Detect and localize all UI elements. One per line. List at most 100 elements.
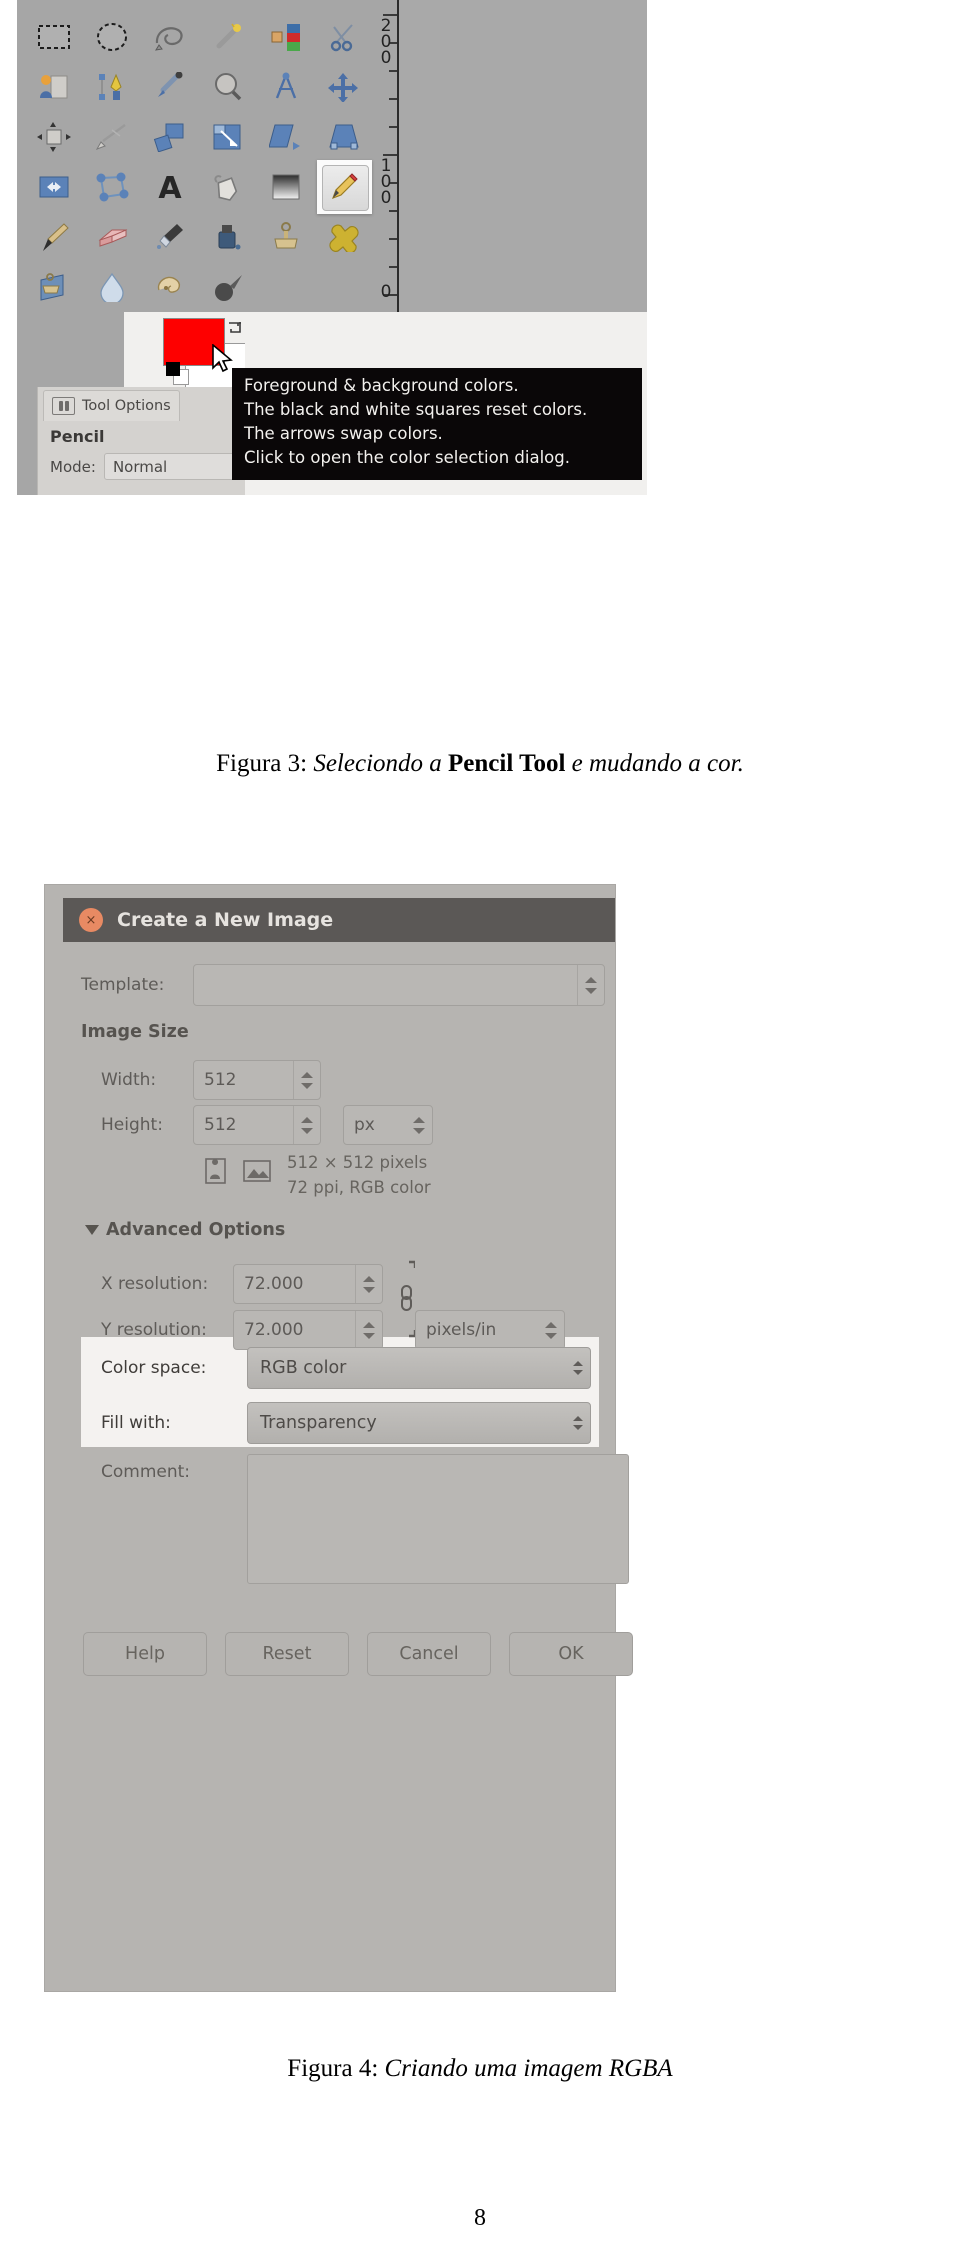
blur-sharpen-tool-icon[interactable] bbox=[83, 262, 141, 312]
crop-tool-icon[interactable] bbox=[83, 112, 141, 162]
y-resolution-spinner-icon[interactable] bbox=[355, 1311, 382, 1349]
close-icon[interactable]: × bbox=[79, 908, 103, 932]
tool-options-tab-label: Tool Options bbox=[82, 398, 171, 414]
x-resolution-spinner-icon[interactable] bbox=[355, 1265, 382, 1303]
ruler-label-100: 100 bbox=[376, 156, 396, 204]
figure-4-caption-italic: Criando uma imagem RGBA bbox=[384, 2055, 673, 2082]
width-label: Width: bbox=[101, 1070, 157, 1090]
fill-with-spinner-icon[interactable] bbox=[573, 1416, 583, 1430]
empty-tool-cell bbox=[315, 262, 373, 312]
mode-value: Normal bbox=[112, 457, 168, 476]
template-select[interactable] bbox=[193, 964, 605, 1006]
color-space-select[interactable]: RGB color bbox=[247, 1347, 591, 1389]
reset-colors-black-square[interactable] bbox=[166, 362, 180, 376]
template-spinner-icon[interactable] bbox=[577, 965, 604, 1005]
reset-button-label: Reset bbox=[262, 1644, 312, 1664]
page-number: 8 bbox=[474, 2205, 486, 2231]
cage-transform-tool-icon[interactable] bbox=[83, 162, 141, 212]
scissors-select-tool-icon[interactable] bbox=[315, 12, 373, 62]
height-spinner-icon[interactable] bbox=[293, 1106, 320, 1144]
ok-button-label: OK bbox=[558, 1644, 584, 1664]
orientation-icons-row bbox=[205, 1158, 271, 1188]
tooltip-line-3: The arrows swap colors. bbox=[244, 424, 443, 443]
select-by-color-tool-icon[interactable] bbox=[257, 12, 315, 62]
x-resolution-row: X resolution: 72.000 bbox=[101, 1264, 383, 1304]
figure-3-caption-italic-2: e mudando a cor. bbox=[571, 750, 744, 777]
fuzzy-select-tool-icon[interactable] bbox=[199, 12, 257, 62]
gimp-toolbox-grid[interactable]: A bbox=[25, 12, 397, 312]
color-swatch-tooltip: Foreground & background colors. The blac… bbox=[232, 368, 642, 480]
cancel-button[interactable]: Cancel bbox=[367, 1632, 491, 1676]
ink-tool-icon[interactable] bbox=[199, 212, 257, 262]
figure-3-caption: Figura 3: Seleciondo a Pencil Tool e mud… bbox=[0, 750, 960, 778]
perspective-tool-icon[interactable] bbox=[315, 112, 373, 162]
measure-tool-icon[interactable] bbox=[257, 62, 315, 112]
shear-tool-icon[interactable] bbox=[257, 112, 315, 162]
reset-button[interactable]: Reset bbox=[225, 1632, 349, 1676]
image-info-line-1: 512 × 512 pixels bbox=[287, 1153, 428, 1172]
x-resolution-input[interactable]: 72.000 bbox=[233, 1264, 383, 1304]
paintbrush-tool-icon[interactable] bbox=[25, 212, 83, 262]
dialog-titlebar: × Create a New Image bbox=[63, 898, 615, 942]
foreground-select-tool-icon[interactable] bbox=[25, 62, 83, 112]
rectangle-select-tool-icon[interactable] bbox=[25, 12, 83, 62]
x-resolution-label: X resolution: bbox=[101, 1274, 209, 1294]
move-tool-icon[interactable] bbox=[315, 62, 373, 112]
tooltip-line-1: Foreground & background colors. bbox=[244, 376, 519, 395]
landscape-orientation-icon[interactable] bbox=[243, 1159, 271, 1187]
dialog-title: Create a New Image bbox=[117, 909, 334, 931]
clone-tool-icon[interactable] bbox=[257, 212, 315, 262]
ok-button[interactable]: OK bbox=[509, 1632, 633, 1676]
comment-row: Comment: bbox=[101, 1462, 190, 1482]
height-value: 512 bbox=[204, 1115, 237, 1135]
advanced-options-header[interactable]: Advanced Options bbox=[85, 1220, 285, 1240]
comment-textarea[interactable] bbox=[247, 1454, 629, 1584]
heal-tool-icon[interactable] bbox=[315, 212, 373, 262]
perspective-clone-tool-icon[interactable] bbox=[25, 262, 83, 312]
eraser-tool-icon[interactable] bbox=[83, 212, 141, 262]
figure-3-gimp-toolbox-screenshot: A 200 100 0 Tool Options Pencil Mode: No… bbox=[17, 0, 647, 495]
x-resolution-value: 72.000 bbox=[244, 1274, 304, 1294]
tooltip-line-2: The black and white squares reset colors… bbox=[244, 400, 588, 419]
svg-text:A: A bbox=[158, 172, 182, 202]
fill-with-select[interactable]: Transparency bbox=[247, 1402, 591, 1444]
active-tool-name: Pencil bbox=[50, 427, 105, 446]
free-select-tool-icon[interactable] bbox=[141, 12, 199, 62]
resolution-unit-spinner-icon[interactable] bbox=[538, 1311, 564, 1349]
color-picker-tool-icon[interactable] bbox=[141, 62, 199, 112]
height-row: Height: 512 px bbox=[101, 1105, 433, 1145]
unit-select[interactable]: px bbox=[343, 1105, 433, 1145]
chevron-down-icon[interactable] bbox=[85, 1225, 99, 1235]
bucket-fill-tool-icon[interactable] bbox=[199, 162, 257, 212]
figure-3-caption-italic-1: Seleciondo a bbox=[313, 750, 442, 777]
mode-label: Mode: bbox=[50, 457, 96, 476]
ellipse-select-tool-icon[interactable] bbox=[83, 12, 141, 62]
scale-tool-icon[interactable] bbox=[199, 112, 257, 162]
blend-gradient-tool-icon[interactable] bbox=[257, 162, 315, 212]
airbrush-tool-icon[interactable] bbox=[141, 212, 199, 262]
unit-spinner-icon[interactable] bbox=[406, 1106, 432, 1144]
height-input[interactable]: 512 bbox=[193, 1105, 321, 1145]
resolution-chain-link-icon[interactable] bbox=[395, 1260, 417, 1344]
width-row: Width: 512 bbox=[101, 1060, 321, 1100]
rotate-tool-icon[interactable] bbox=[141, 112, 199, 162]
resolution-unit-select[interactable]: pixels/in bbox=[415, 1310, 565, 1350]
tool-options-tab[interactable]: Tool Options bbox=[43, 390, 180, 421]
dodge-burn-tool-icon[interactable] bbox=[199, 262, 257, 312]
smudge-tool-icon[interactable] bbox=[141, 262, 199, 312]
text-tool-icon[interactable]: A bbox=[141, 162, 199, 212]
paths-tool-icon[interactable] bbox=[83, 62, 141, 112]
alignment-tool-icon[interactable] bbox=[25, 112, 83, 162]
help-button[interactable]: Help bbox=[83, 1632, 207, 1676]
portrait-orientation-icon[interactable] bbox=[205, 1158, 226, 1188]
width-input[interactable]: 512 bbox=[193, 1060, 321, 1100]
color-space-spinner-icon[interactable] bbox=[573, 1361, 583, 1375]
swap-colors-arrows-icon[interactable] bbox=[227, 320, 243, 336]
zoom-tool-icon[interactable] bbox=[199, 62, 257, 112]
y-resolution-input[interactable]: 72.000 bbox=[233, 1310, 383, 1350]
width-spinner-icon[interactable] bbox=[293, 1061, 320, 1099]
advanced-options-label: Advanced Options bbox=[106, 1220, 286, 1240]
figure-4-create-new-image-dialog: × Create a New Image Template: Image Siz… bbox=[45, 885, 633, 1991]
flip-tool-icon[interactable] bbox=[25, 162, 83, 212]
pencil-tool-icon[interactable] bbox=[315, 160, 373, 214]
